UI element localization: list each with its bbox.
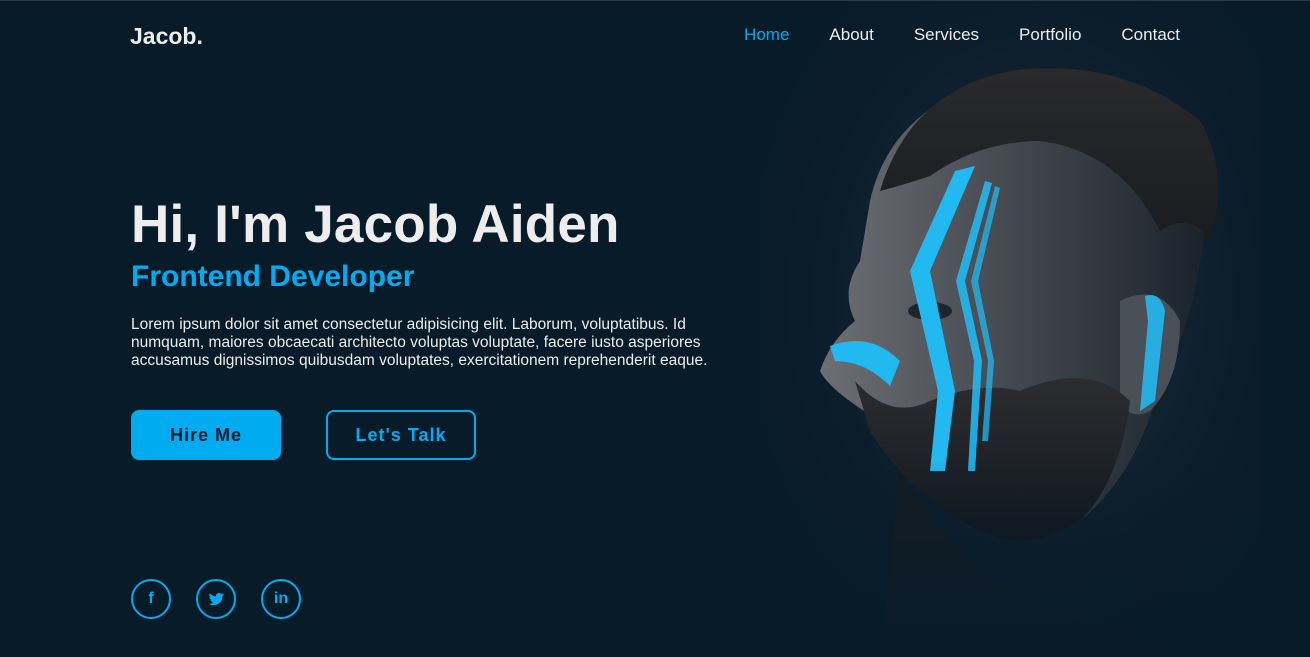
nav-contact[interactable]: Contact xyxy=(1121,25,1180,45)
twitter-bird-glyph xyxy=(208,592,224,606)
nav-services[interactable]: Services xyxy=(914,25,979,45)
hero-description: Lorem ipsum dolor sit amet consectetur a… xyxy=(131,316,708,370)
nav-home[interactable]: Home xyxy=(744,25,789,45)
linkedin-glyph: in xyxy=(273,590,289,607)
facebook-icon[interactable]: f xyxy=(131,579,171,619)
site-header: Jacob. Home About Services Portfolio Con… xyxy=(0,1,1310,71)
main-nav: Home About Services Portfolio Contact xyxy=(744,25,1180,45)
site-logo[interactable]: Jacob. xyxy=(130,23,203,50)
hero-buttons: Hire Me Let's Talk xyxy=(131,410,751,461)
social-links: f in xyxy=(131,579,301,619)
linkedin-icon[interactable]: in xyxy=(261,579,301,619)
hero-title: Hi, I'm Jacob Aiden xyxy=(131,195,620,254)
nav-portfolio[interactable]: Portfolio xyxy=(1019,25,1081,45)
nav-about[interactable]: About xyxy=(829,25,873,45)
hero-subtitle: Frontend Developer xyxy=(131,260,415,294)
hero-portrait-image xyxy=(760,1,1260,657)
lets-talk-button[interactable]: Let's Talk xyxy=(326,410,476,461)
twitter-icon[interactable] xyxy=(196,579,236,619)
facebook-glyph: f xyxy=(148,590,154,607)
landing-page: Jacob. Home About Services Portfolio Con… xyxy=(0,0,1310,657)
hire-me-button[interactable]: Hire Me xyxy=(131,410,281,461)
hero-section: Hi, I'm Jacob Aiden Frontend Developer L… xyxy=(131,195,751,461)
